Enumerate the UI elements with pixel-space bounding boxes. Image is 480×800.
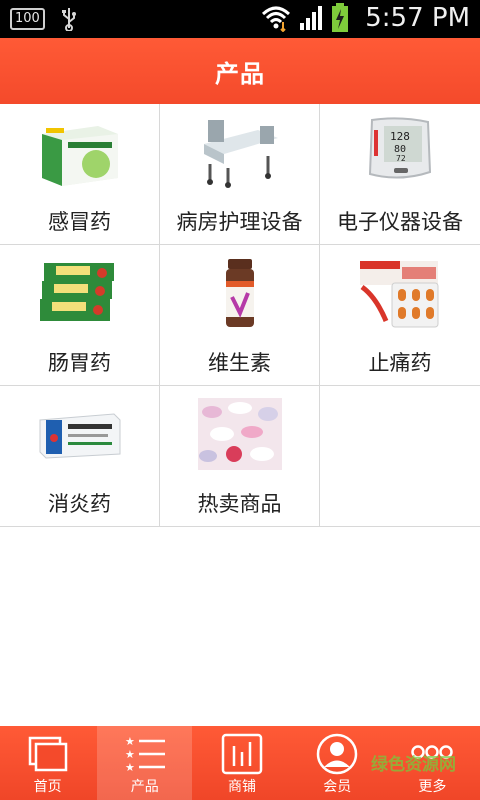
grid-row: 感冒药 病房护理设备 128 80 72 电子仪器设备: [0, 104, 480, 245]
page-title: 产品: [215, 59, 265, 88]
signal-icon: [300, 6, 323, 30]
nav-label: 商铺: [228, 779, 256, 795]
category-vitamins[interactable]: 维生素: [160, 245, 320, 385]
title-bar: 产品: [0, 38, 480, 104]
watermark-text: 绿色资源网: [371, 755, 456, 775]
cold-medicine-box-icon: [42, 126, 118, 186]
nav-products[interactable]: ★ ★ ★ 产品: [97, 726, 193, 800]
category-anti-inflammatory[interactable]: 消炎药: [0, 386, 160, 526]
product-list-icon: ★ ★ ★: [125, 735, 165, 774]
blood-pressure-monitor-icon: 128 80 72: [368, 117, 432, 179]
svg-text:★: ★: [125, 748, 135, 761]
category-label: 热卖商品: [197, 492, 282, 516]
category-stomach-medicine[interactable]: 肠胃药: [0, 245, 160, 385]
status-bar: 100 5:57 PM: [0, 0, 480, 38]
category-cold-medicine[interactable]: 感冒药: [0, 104, 160, 244]
empty-cell: [320, 386, 480, 526]
svg-text:128: 128: [390, 130, 410, 143]
hospital-bed-icon: [204, 120, 278, 188]
category-painkillers[interactable]: 止痛药: [320, 245, 480, 385]
nav-home[interactable]: 首页: [0, 726, 95, 800]
category-electronic-instruments[interactable]: 128 80 72 电子仪器设备: [320, 104, 480, 244]
category-label: 消炎药: [48, 492, 111, 516]
product-grid: 感冒药 病房护理设备 128 80 72 电子仪器设备 肠胃药 维生素 止痛药 …: [0, 104, 480, 527]
stomach-medicine-boxes-icon: [40, 263, 114, 321]
battery-level-indicator: 100: [10, 8, 45, 30]
battery-charging-icon: [332, 3, 349, 32]
category-label: 维生素: [208, 351, 271, 375]
category-label: 肠胃药: [48, 351, 111, 375]
nav-label: 会员: [323, 779, 352, 795]
category-label: 病房护理设备: [176, 210, 303, 234]
painkiller-pack-icon: [360, 261, 439, 328]
home-pages-icon: [28, 736, 67, 772]
nav-label: 更多: [418, 779, 447, 795]
category-label: 电子仪器设备: [337, 210, 463, 234]
category-label: 感冒药: [48, 210, 111, 234]
clock: 5:57 PM: [365, 3, 470, 33]
usb-icon: [61, 8, 76, 31]
shop-chart-icon: [221, 733, 263, 775]
category-label: 止痛药: [368, 351, 432, 375]
grid-row: 消炎药 热卖商品: [0, 386, 480, 527]
pills-pile-icon: [198, 398, 282, 470]
category-hot-selling[interactable]: 热卖商品: [160, 386, 320, 526]
grid-row: 肠胃药 维生素 止痛药: [0, 245, 480, 386]
nav-shop[interactable]: 商铺: [194, 726, 289, 800]
svg-text:72: 72: [396, 154, 406, 163]
nav-label: 首页: [33, 779, 62, 795]
anti-inflammatory-box-icon: [39, 413, 121, 459]
svg-text:★: ★: [125, 761, 135, 774]
svg-text:★: ★: [125, 735, 135, 748]
member-avatar-icon: [316, 733, 358, 775]
nav-label: 产品: [130, 779, 159, 795]
category-ward-nursing-equipment[interactable]: 病房护理设备: [160, 104, 320, 244]
vitamin-bottle-icon: [226, 259, 254, 327]
wifi-icon: [262, 6, 291, 32]
